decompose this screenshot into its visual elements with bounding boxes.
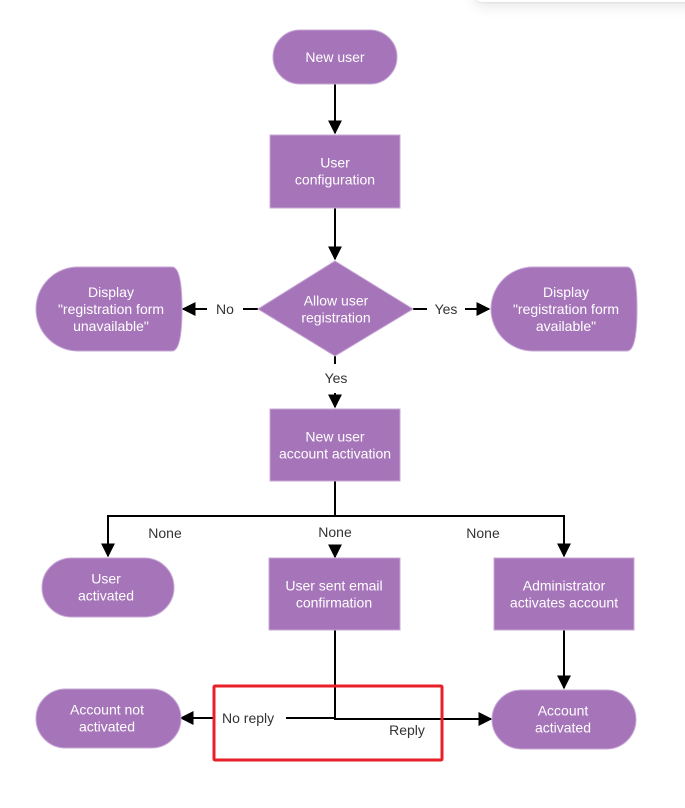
flowchart-canvas: New user User configuration Allow user reg…	[35, 29, 638, 762]
node-text-line: account activation	[279, 446, 391, 462]
node-text-line: Allow user	[304, 293, 369, 309]
node-text-line: User	[320, 155, 350, 171]
node-user-configuration[interactable]: User configuration	[269, 134, 401, 209]
edge-label-none-right: None	[466, 525, 500, 541]
edge-activation-to-user-activated	[101, 515, 335, 558]
node-allow-registration-text: Allow user registration	[301, 293, 370, 326]
node-allow-registration-decision[interactable]: Allow user registration	[257, 260, 414, 357]
edge-label-yes-down: Yes	[325, 370, 348, 386]
node-account-not-activated[interactable]: Account not activated	[35, 688, 182, 749]
node-text-line: registration	[301, 310, 370, 326]
node-admin-activates[interactable]: Administrator activates account	[493, 557, 635, 631]
node-email-confirmation-text: User sent email confirmation	[285, 578, 382, 611]
node-new-user[interactable]: New user	[272, 29, 398, 85]
node-new-user-text: New user	[305, 49, 364, 65]
edge-label-no-reply: No reply	[222, 710, 274, 726]
node-form-available[interactable]: Display "registration form available"	[490, 266, 638, 352]
node-text-line: activated	[79, 719, 135, 735]
node-text-line: New user	[305, 429, 364, 445]
node-account-activation[interactable]: New user account activation	[269, 408, 401, 482]
node-text-line: activated	[78, 588, 134, 604]
edge-label-reply: Reply	[389, 722, 425, 738]
node-email-confirmation[interactable]: User sent email confirmation	[268, 557, 401, 631]
node-text-line: Account	[538, 703, 589, 719]
node-text-line: User sent email	[285, 578, 382, 594]
edge-label-no: No	[216, 301, 234, 317]
node-text-line: User	[91, 571, 121, 587]
node-text-line: activated	[535, 720, 591, 736]
edge-activation-to-admin	[335, 515, 571, 558]
node-text-line: New user	[305, 49, 364, 65]
node-form-unavailable[interactable]: Display "registration form unavailable"	[35, 266, 183, 352]
node-text-line: "registration form	[58, 301, 164, 317]
node-user-activated[interactable]: User activated	[41, 557, 175, 618]
node-account-not-activated-text: Account not activated	[70, 702, 144, 735]
node-text-line: configuration	[295, 172, 375, 188]
node-text-line: Administrator	[523, 578, 606, 594]
edge-label-none-left: None	[148, 525, 182, 541]
node-text-line: available"	[536, 318, 596, 334]
node-text-line: Display	[88, 284, 134, 300]
node-text-line: activates account	[510, 595, 618, 611]
node-text-line: "registration form	[513, 301, 619, 317]
node-text-line: confirmation	[296, 595, 372, 611]
node-admin-activates-text: Administrator activates account	[510, 578, 618, 611]
node-text-line: unavailable"	[73, 318, 149, 334]
node-account-activated-text: Account activated	[535, 703, 591, 736]
node-account-activated[interactable]: Account activated	[491, 689, 637, 750]
node-text-line: Display	[543, 284, 589, 300]
edge-label-none-middle: None	[318, 524, 352, 540]
edge-label-yes-right: Yes	[435, 301, 458, 317]
edge-email-reply	[334, 630, 493, 726]
node-text-line: Account not	[70, 702, 144, 718]
